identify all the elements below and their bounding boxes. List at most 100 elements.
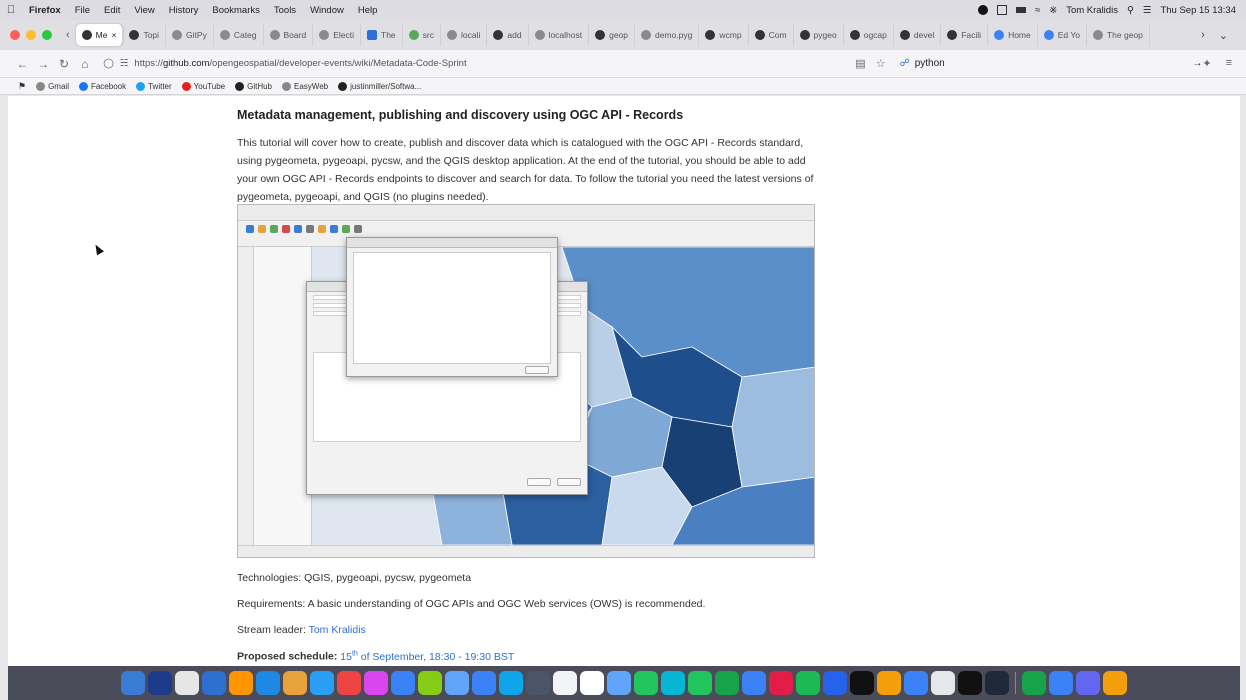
tab-21[interactable]: The geop xyxy=(1087,24,1150,46)
tab-18[interactable]: Facili xyxy=(941,24,989,46)
dock-app-icon[interactable] xyxy=(634,671,658,695)
bookmark-5[interactable]: EasyWeb xyxy=(282,81,328,91)
bookmark-4[interactable]: GitHub xyxy=(235,81,272,91)
tab-scroll-right-icon[interactable]: › xyxy=(1201,29,1205,42)
dock-app-icon[interactable] xyxy=(715,671,739,695)
dock-app-icon[interactable] xyxy=(337,671,361,695)
dock-app-icon[interactable] xyxy=(877,671,901,695)
back-button[interactable]: ← xyxy=(12,57,33,71)
dock-app-icon[interactable] xyxy=(688,671,712,695)
control-center-icon[interactable]: ☰ xyxy=(1143,5,1152,16)
tab-16[interactable]: ogcap xyxy=(844,24,894,46)
tab-12[interactable]: demo.pyg xyxy=(635,24,700,46)
dock-app-icon[interactable] xyxy=(418,671,442,695)
dock-app-icon[interactable] xyxy=(499,671,523,695)
search-icon[interactable]: ⚲ xyxy=(1127,5,1134,16)
dock-app-icon[interactable] xyxy=(580,671,604,695)
dock-app-icon[interactable] xyxy=(283,671,307,695)
search-input[interactable]: python xyxy=(915,58,945,69)
tab-5[interactable]: Electi xyxy=(313,24,361,46)
dock-app-icon[interactable] xyxy=(121,671,145,695)
tab-4[interactable]: Board xyxy=(264,24,314,46)
tab-8[interactable]: locali xyxy=(441,24,488,46)
bluetooth-icon[interactable]: ※ xyxy=(1049,5,1057,16)
dock-app-icon[interactable] xyxy=(148,671,172,695)
search-go-icon[interactable]: → xyxy=(1192,58,1202,69)
dock-app-icon[interactable] xyxy=(391,671,415,695)
tab-1[interactable]: Topi xyxy=(123,24,167,46)
bookmark-3[interactable]: YouTube xyxy=(181,81,225,91)
schedule-date-link[interactable]: 15th of September, 18:30 - 19:30 BST xyxy=(340,650,514,663)
tab-11[interactable]: geop xyxy=(589,24,636,46)
dock-app-icon[interactable] xyxy=(256,671,280,695)
tab-17[interactable]: devel xyxy=(894,24,942,46)
tab-2[interactable]: GitPy xyxy=(166,24,214,46)
dock-app-icon[interactable] xyxy=(958,671,982,695)
tab-19[interactable]: Home xyxy=(988,24,1038,46)
tab-6[interactable]: The xyxy=(361,24,403,46)
dock-app-icon[interactable] xyxy=(742,671,766,695)
close-window-button[interactable] xyxy=(10,30,20,40)
extensions-icon[interactable]: ✦ xyxy=(1202,57,1211,70)
list-all-tabs-icon[interactable]: ⌄ xyxy=(1219,29,1228,42)
apple-menu-icon[interactable]:  xyxy=(0,4,22,16)
dock-app-icon[interactable] xyxy=(1049,671,1073,695)
bookmark-star-icon[interactable]: ☆ xyxy=(876,57,886,70)
menu-icon[interactable]: ≡ xyxy=(1226,57,1232,70)
menu-view[interactable]: View xyxy=(127,5,161,16)
display-icon[interactable] xyxy=(997,5,1008,15)
url-bar[interactable]: ◯ ☵ https://github.com/opengeospatial/de… xyxy=(103,54,841,74)
tab-9[interactable]: add xyxy=(487,24,529,46)
dock-app-icon[interactable] xyxy=(796,671,820,695)
dock-app-icon[interactable] xyxy=(229,671,253,695)
dock-app-icon[interactable] xyxy=(904,671,928,695)
dock-app-icon[interactable] xyxy=(364,671,388,695)
dock-app-icon[interactable] xyxy=(1022,671,1046,695)
menu-bookmarks[interactable]: Bookmarks xyxy=(205,5,267,16)
menu-tools[interactable]: Tools xyxy=(267,5,303,16)
tab-10[interactable]: localhost xyxy=(529,24,590,46)
dock-app-icon[interactable] xyxy=(931,671,955,695)
dock-app-icon[interactable] xyxy=(661,671,685,695)
dock-app-icon[interactable] xyxy=(1103,671,1127,695)
dock-app-icon[interactable] xyxy=(175,671,199,695)
dock-app-icon[interactable] xyxy=(769,671,793,695)
tracking-shield-icon[interactable]: ◯ xyxy=(103,58,114,69)
bookmark-2[interactable]: Twitter xyxy=(136,81,172,91)
menu-window[interactable]: Window xyxy=(303,5,351,16)
minimize-window-button[interactable] xyxy=(26,30,36,40)
menu-file[interactable]: File xyxy=(68,5,97,16)
dock-app-icon[interactable] xyxy=(850,671,874,695)
tab-14[interactable]: Com xyxy=(749,24,794,46)
tab-20[interactable]: Ed Yo xyxy=(1038,24,1087,46)
dock-app-icon[interactable] xyxy=(985,671,1009,695)
dock-app-icon[interactable] xyxy=(823,671,847,695)
home-button[interactable]: ⌂ xyxy=(74,57,95,71)
reader-view-icon[interactable]: ▤ xyxy=(855,57,865,70)
tab-scroll-left-icon[interactable]: ‹ xyxy=(66,29,70,41)
wifi-icon[interactable]: ≈ xyxy=(1035,5,1040,16)
stream-leader-link[interactable]: Tom Kralidis xyxy=(309,624,366,636)
dock-app-icon[interactable] xyxy=(445,671,469,695)
zoom-window-button[interactable] xyxy=(42,30,52,40)
tab-13[interactable]: wcmp xyxy=(699,24,749,46)
tab-0[interactable]: Me × xyxy=(75,24,124,46)
bookmark-0[interactable]: Gmail xyxy=(36,81,69,91)
record-icon[interactable] xyxy=(978,5,989,15)
dock-app-icon[interactable] xyxy=(472,671,496,695)
dock-app-icon[interactable] xyxy=(607,671,631,695)
user-name[interactable]: Tom Kralidis xyxy=(1066,5,1118,16)
menu-edit[interactable]: Edit xyxy=(97,5,127,16)
dock-app-icon[interactable] xyxy=(1076,671,1100,695)
dock-app-icon[interactable] xyxy=(202,671,226,695)
tab-15[interactable]: pygeo xyxy=(794,24,844,46)
menu-app-firefox[interactable]: Firefox xyxy=(22,5,68,16)
bookmarks-manager-icon[interactable]: ⚑ xyxy=(18,81,26,92)
menu-help[interactable]: Help xyxy=(351,5,385,16)
tab-3[interactable]: Categ xyxy=(214,24,264,46)
search-box[interactable]: ☍ python → xyxy=(900,58,1203,69)
lock-icon[interactable]: ☵ xyxy=(120,58,129,69)
clock[interactable]: Thu Sep 15 13:34 xyxy=(1160,5,1236,16)
bookmark-1[interactable]: Facebook xyxy=(78,81,126,91)
close-tab-icon[interactable]: × xyxy=(111,30,116,40)
